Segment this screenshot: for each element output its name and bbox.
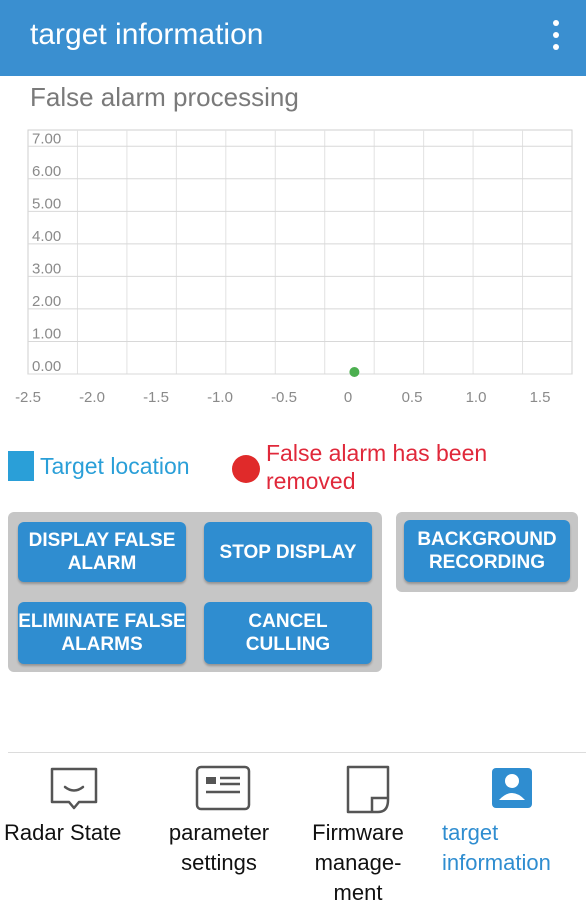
- chart-x-tick-label: -2.5: [15, 389, 41, 406]
- eliminate-false-alarms-button[interactable]: ELIMINATE FALSE ALARMS: [18, 602, 186, 664]
- chart-y-tick-label: 5.00: [32, 195, 61, 212]
- chart-y-tick-label: 1.00: [32, 325, 61, 342]
- chart-x-tick-label: 0: [344, 389, 352, 406]
- nav-radar-state-label: Radar State: [4, 820, 122, 845]
- chart-y-tick-label: 2.00: [32, 293, 61, 310]
- more-vert-icon[interactable]: [550, 20, 562, 56]
- chart-x-tick-label: -1.5: [143, 389, 169, 406]
- nav-target-information-label: target information: [442, 820, 551, 875]
- chart-plot-area: [27, 129, 573, 375]
- false-alarm-removed-label: False alarm has been removed: [266, 440, 488, 494]
- nav-firmware-management[interactable]: Firmware manage-ment: [292, 760, 438, 906]
- chart-x-tick-label: -0.5: [271, 389, 297, 406]
- target-location-swatch: [8, 451, 34, 481]
- stop-display-button[interactable]: STOP DISPLAY: [204, 522, 372, 582]
- nav-target-information[interactable]: target information: [438, 760, 586, 906]
- nav-firmware-management-label: Firmware manage-ment: [312, 820, 404, 905]
- false-alarm-removed-swatch: [232, 455, 260, 483]
- false-alarm-chart: 0.001.002.003.004.005.006.007.00-2.5 -2.0…: [15, 129, 573, 406]
- chart-y-tick-label: 0.00: [32, 358, 61, 375]
- recording-panel: BACKGROUND RECORDING: [396, 512, 578, 592]
- nav-parameter-settings[interactable]: parameter settings: [146, 760, 292, 906]
- chart-y-tick-label: 4.00: [32, 228, 61, 245]
- chart-x-tick-label: 1.5: [530, 389, 551, 406]
- target-location-label: Target location: [40, 453, 190, 479]
- chart-y-tick-label: 6.00: [32, 163, 61, 180]
- nav-radar-state[interactable]: Radar State: [0, 760, 146, 906]
- chart-y-tick-label: 3.00: [32, 260, 61, 277]
- chart-x-tick-label: -1.0: [207, 389, 233, 406]
- chart-y-tick-label: 7.00: [32, 130, 61, 147]
- app-bar-title: target information: [30, 18, 264, 51]
- chart-x-tick-label: 1.0: [466, 389, 487, 406]
- chart-data-point: [349, 367, 360, 377]
- target-information-icon: [492, 768, 532, 808]
- display-false-alarm-button[interactable]: DISPLAY FALSE ALARM: [18, 522, 186, 582]
- radar-state-icon: [50, 767, 98, 810]
- cancel-culling-button[interactable]: CANCEL CULLING: [204, 602, 372, 664]
- parameter-settings-icon: [195, 765, 251, 811]
- false-alarm-controls-panel: DISPLAY FALSE ALARM STOP DISPLAY ELIMINA…: [8, 512, 382, 672]
- section-title: False alarm processing: [30, 82, 299, 112]
- app-bar: target information: [0, 0, 586, 76]
- background-recording-button[interactable]: BACKGROUND RECORDING: [404, 520, 570, 582]
- nav-parameter-settings-label: parameter settings: [168, 820, 270, 875]
- chart-x-tick-label: 0.5: [402, 389, 423, 406]
- bottom-nav-divider: [8, 752, 586, 753]
- chart-x-tick-label: -2.0: [79, 389, 105, 406]
- firmware-management-icon: [346, 765, 390, 814]
